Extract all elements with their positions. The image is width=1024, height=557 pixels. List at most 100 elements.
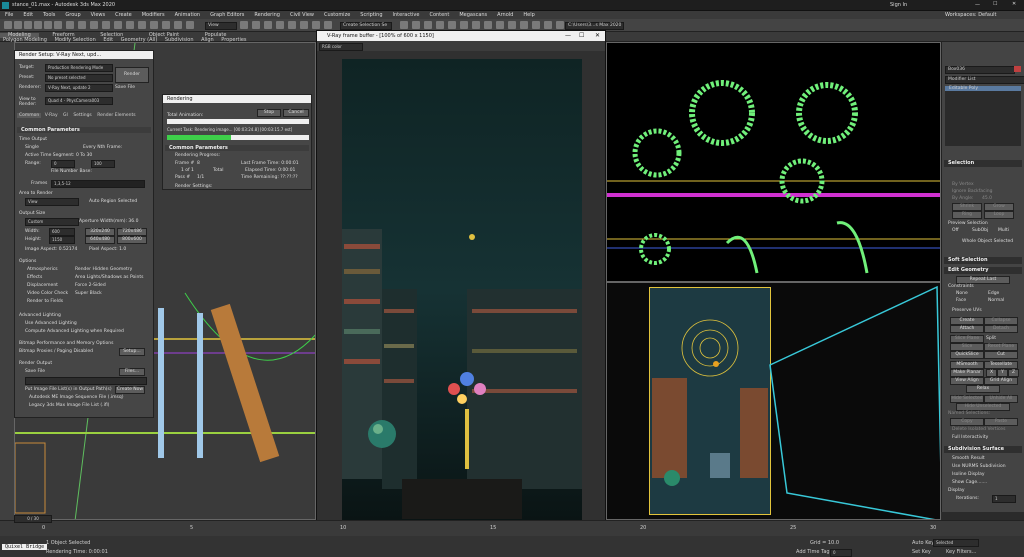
current-frame-field[interactable]: 0: [830, 549, 852, 557]
loop-button[interactable]: Loop: [984, 211, 1014, 219]
output-path-field[interactable]: [25, 377, 147, 385]
toolbar-tool-icon[interactable]: [240, 21, 248, 29]
compute-adv-lighting[interactable]: Compute Advanced Lighting when Required: [25, 329, 124, 334]
menu-help[interactable]: Help: [518, 11, 539, 19]
vfb-close-icon[interactable]: ✕: [595, 32, 600, 39]
hide-selected-button[interactable]: Hide Selected: [950, 395, 984, 403]
cut-button[interactable]: Cut: [984, 351, 1018, 359]
toolbar-tool-icon[interactable]: [24, 21, 32, 29]
preview-subobj-radio[interactable]: SubObj: [972, 228, 988, 233]
viewport-bottom-right[interactable]: [606, 282, 941, 520]
preserve-uvs-checkbox[interactable]: Preserve UVs: [952, 308, 982, 313]
range-to-field[interactable]: 100: [91, 160, 115, 168]
maxscript-listener[interactable]: Quixel Bridge: [2, 544, 48, 550]
split-checkbox[interactable]: Split: [986, 336, 996, 341]
menu-civil-view[interactable]: Civil View: [285, 11, 319, 19]
legacy-ifl-radio[interactable]: Legacy 3ds Max Image File List (.ifl): [29, 403, 109, 408]
put-image-checkbox[interactable]: Put Image File List(s) in Output Path(s): [25, 387, 112, 392]
grow-button[interactable]: Grow: [984, 203, 1014, 211]
preset-320x240[interactable]: 320x240: [85, 228, 115, 236]
selection-set-dropdown[interactable]: Create Selection Se: [340, 22, 392, 30]
toolbar-tool-icon[interactable]: [412, 21, 420, 29]
opt-force-2sided[interactable]: Force 2-Sided: [75, 283, 106, 288]
y-button[interactable]: Y: [997, 369, 1008, 377]
stack-editable-poly[interactable]: Editable Poly: [945, 86, 1021, 91]
key-mode-dropdown[interactable]: Selected: [933, 539, 979, 547]
menu-animation[interactable]: Animation: [170, 11, 206, 19]
toolbar-tool-icon[interactable]: [186, 21, 194, 29]
toolbar-tool-icon[interactable]: [14, 21, 22, 29]
shrink-button[interactable]: Shrink: [952, 203, 982, 211]
toolbar-tool-icon[interactable]: [252, 21, 260, 29]
signin-button[interactable]: Sign In: [890, 2, 907, 8]
create-now-button[interactable]: Create Now: [115, 386, 145, 394]
constraint-edge[interactable]: Edge: [988, 291, 999, 296]
x-button[interactable]: X: [986, 369, 997, 377]
view-align-button[interactable]: View Align: [950, 377, 984, 385]
relax-button[interactable]: Relax: [966, 385, 1000, 393]
save-file-output[interactable]: Save File: [25, 369, 45, 374]
renderer-dropdown[interactable]: V-Ray Next, update 2: [45, 84, 113, 92]
height-field[interactable]: 1150: [49, 236, 75, 244]
toolbar-tool-icon[interactable]: [126, 21, 134, 29]
frames-field[interactable]: 1,3,5-12: [51, 180, 145, 188]
opt-area-lights[interactable]: Area Lights/Shadows as Points: [75, 275, 143, 280]
toolbar-tool-icon[interactable]: [532, 21, 540, 29]
iterations-field[interactable]: 1: [992, 495, 1016, 503]
preset-800x600[interactable]: 800x600: [117, 236, 147, 244]
toolbar-tool-icon[interactable]: [114, 21, 122, 29]
ring-button[interactable]: Ring: [952, 211, 982, 219]
minimize-icon[interactable]: —: [975, 2, 980, 8]
preset-dropdown[interactable]: No preset selected: [45, 74, 113, 82]
vfb-minimize-icon[interactable]: —: [565, 32, 571, 39]
toolbar-tool-icon[interactable]: [276, 21, 284, 29]
menu-group[interactable]: Group: [60, 11, 85, 19]
autodesk-seq-radio[interactable]: Autodesk ME Image Sequence File (.imsq): [29, 395, 124, 400]
tessellate-button[interactable]: Tessellate: [984, 361, 1018, 369]
soft-selection-rollout[interactable]: Soft Selection: [944, 257, 1022, 264]
toolbar-tool-icon[interactable]: [520, 21, 528, 29]
color-swatch[interactable]: [1014, 66, 1021, 72]
toolbar-tool-icon[interactable]: [448, 21, 456, 29]
toolbar-tool-icon[interactable]: [484, 21, 492, 29]
ignore-backfacing-checkbox[interactable]: Ignore Backfacing: [952, 189, 992, 194]
cancel-button[interactable]: Cancel: [283, 109, 309, 117]
preset-640x480[interactable]: 640x480: [85, 236, 115, 244]
menu-modifiers[interactable]: Modifiers: [137, 11, 170, 19]
toolbar-tool-icon[interactable]: [556, 21, 564, 29]
opt-displacement[interactable]: Displacement: [27, 283, 58, 288]
timeline[interactable]: 0 / 30 0 5 10 15 20 25 30: [0, 515, 1024, 536]
grid-align-button[interactable]: Grid Align: [984, 377, 1018, 385]
by-vertex-checkbox[interactable]: By Vertex: [952, 182, 974, 187]
smooth-result-checkbox[interactable]: Smooth Result: [952, 456, 985, 461]
collapse-button[interactable]: Collapse: [984, 317, 1018, 325]
object-name-field[interactable]: Box036: [945, 66, 1015, 74]
opt-render-to-fields[interactable]: Render to Fields: [27, 299, 63, 304]
common-params-header[interactable]: Common Parameters: [17, 127, 151, 133]
modifier-list-dropdown[interactable]: Modifier List: [945, 76, 1024, 84]
toolbar-tool-icon[interactable]: [138, 21, 146, 29]
single-radio[interactable]: Single: [25, 145, 39, 150]
unhide-all-button[interactable]: Unhide All: [984, 395, 1018, 403]
use-adv-lighting[interactable]: Use Advanced Lighting: [25, 321, 77, 326]
viewport-top-right[interactable]: [606, 42, 941, 282]
toolbar-tool-icon[interactable]: [400, 21, 408, 29]
tab-common[interactable]: Common: [17, 113, 42, 118]
auto-key-button[interactable]: Auto Key: [912, 540, 934, 546]
toolbar-tool-icon[interactable]: [66, 21, 74, 29]
quickslice-button[interactable]: QuickSlice: [950, 351, 984, 359]
set-key-button[interactable]: Set Key: [912, 549, 931, 555]
view-dropdown-render[interactable]: Quad 4 - PhysCamera003: [45, 97, 113, 105]
toolbar-tool-icon[interactable]: [90, 21, 98, 29]
rendering-common-params[interactable]: Common Parameters: [165, 145, 309, 151]
menu-rendering[interactable]: Rendering: [249, 11, 285, 19]
by-angle-checkbox[interactable]: By Angle:: [952, 196, 974, 201]
show-cage-checkbox[interactable]: Show Cage.......: [952, 480, 987, 485]
tab-render-elements[interactable]: Render Elements: [95, 113, 137, 118]
toolbar-tool-icon[interactable]: [34, 21, 42, 29]
menu-customize[interactable]: Customize: [319, 11, 355, 19]
target-dropdown[interactable]: Production Rendering Mode: [45, 64, 113, 72]
toolbar-tool-icon[interactable]: [324, 21, 332, 29]
add-time-tag[interactable]: Add Time Tag: [796, 549, 830, 555]
toolbar-tool-icon[interactable]: [174, 21, 182, 29]
